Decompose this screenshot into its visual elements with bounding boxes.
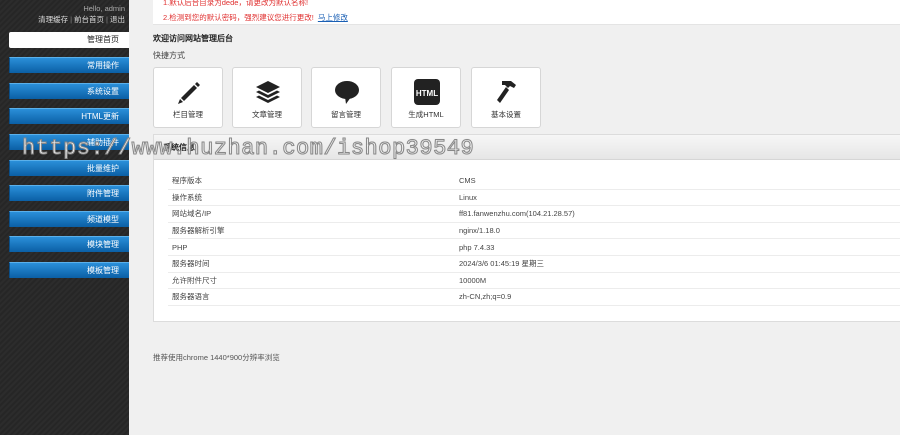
system-info-panel: 系统信息 程序版本 CMS 操作系统 Linux 网站域名/IP ff81.fanwe… [153, 134, 900, 322]
browser-recommendation-note: 推荐使用chrome 1440*900分辨率浏览 [153, 353, 280, 362]
shortcut-article-management[interactable]: 文章管理 [232, 67, 302, 128]
sidebar-item-channel-model[interactable]: 频道模型 [9, 211, 129, 227]
info-value: 2024/3/6 01:45:19 星期三 [455, 255, 900, 273]
table-row: 服务器时间 2024/3/6 01:45:19 星期三 [168, 255, 900, 273]
table-row: PHP php 7.4.33 [168, 238, 900, 256]
sidebar-item-system-settings[interactable]: 系统设置 [9, 83, 129, 99]
shortcut-column-management[interactable]: 栏目管理 [153, 67, 223, 128]
sidebar: Hello, admin 清理缓存 | 前台首页 | 退出 管理首页 常用操作 系统设置… [0, 0, 129, 435]
sidebar-quick-links: 清理缓存 | 前台首页 | 退出 [38, 15, 125, 24]
table-row: 服务器语言 zh-CN,zh;q=0.9 [168, 288, 900, 306]
info-value: ff81.fanwenzhu.com(104.21.28.57) [455, 205, 900, 223]
logout-link[interactable]: 退出 [110, 15, 125, 24]
shortcut-label: 栏目管理 [173, 110, 203, 119]
info-key: 网站域名/IP [168, 205, 455, 223]
page-title: 欢迎访问网站管理后台 [153, 34, 233, 43]
info-key: 操作系统 [168, 189, 455, 207]
shortcut-label: 基本设置 [491, 110, 521, 119]
shortcut-message-management[interactable]: 留言管理 [311, 67, 381, 128]
info-value: zh-CN,zh;q=0.9 [455, 288, 900, 306]
table-row: 操作系统 Linux [168, 189, 900, 207]
table-row: 服务器解析引擎 nginx/1.18.0 [168, 222, 900, 240]
html-badge-icon: HTML [414, 79, 440, 105]
info-value: CMS [455, 173, 900, 190]
table-row: 网站域名/IP ff81.fanwenzhu.com(104.21.28.57) [168, 205, 900, 223]
sidebar-item-modules[interactable]: 模块管理 [9, 236, 129, 252]
alert-line-1: 1.默认后台目录为dede，请更改为默认名称! [163, 0, 309, 7]
info-value: php 7.4.33 [455, 238, 900, 256]
sidebar-item-home[interactable]: 管理首页 [9, 32, 129, 48]
info-key: 服务器时间 [168, 255, 455, 273]
speech-bubble-icon [335, 81, 359, 104]
system-info-header [154, 135, 900, 160]
shortcut-generate-html[interactable]: HTML 生成HTML [391, 67, 461, 128]
layers-icon [256, 81, 280, 103]
shortcut-basic-settings[interactable]: 基本设置 [471, 67, 541, 128]
shortcut-label: 生成HTML [408, 110, 444, 119]
front-page-link[interactable]: 前台首页 [74, 15, 104, 24]
greeting-text: Hello, admin [83, 4, 125, 13]
info-key: 程序版本 [168, 173, 455, 190]
system-info-table: 程序版本 CMS 操作系统 Linux 网站域名/IP ff81.fanwenzhu.… [168, 173, 900, 306]
change-password-link[interactable]: 马上修改 [318, 13, 348, 22]
html-badge-text: HTML [416, 89, 438, 98]
info-key: 允许附件尺寸 [168, 272, 455, 290]
sidebar-item-html-update[interactable]: HTML更新 [9, 108, 129, 124]
table-row: 允许附件尺寸 10000M [168, 272, 900, 290]
system-info-title: 系统信息 [163, 143, 195, 152]
info-key: 服务器解析引擎 [168, 222, 455, 240]
info-value: 10000M [455, 272, 900, 290]
sidebar-item-plugins[interactable]: 辅助插件 [9, 134, 129, 150]
alert-line-2: 2.检测到您的默认密码，强烈建议您进行更改! 马上修改 [163, 12, 348, 23]
sidebar-item-templates[interactable]: 模板管理 [9, 262, 129, 278]
clear-cache-link[interactable]: 清理缓存 [38, 15, 68, 24]
shortcut-label: 文章管理 [252, 110, 282, 119]
shortcut-label: 留言管理 [331, 110, 361, 119]
table-row: 程序版本 CMS [168, 173, 900, 190]
sidebar-item-common-ops[interactable]: 常用操作 [9, 57, 129, 73]
hammer-icon [497, 81, 516, 103]
alert-line-2-text: 2.检测到您的默认密码，强烈建议您进行更改! [163, 13, 314, 22]
main-content: 1.默认后台目录为dede，请更改为默认名称! 2.检测到您的默认密码，强烈建议… [129, 0, 900, 435]
shortcut-section-title: 快捷方式 [153, 51, 185, 60]
info-key: PHP [168, 238, 455, 256]
sidebar-item-attachments[interactable]: 附件管理 [9, 185, 129, 201]
sidebar-item-batch-maintenance[interactable]: 批量维护 [9, 160, 129, 176]
info-value: nginx/1.18.0 [455, 222, 900, 240]
pencil-icon [178, 82, 200, 104]
alert-box: 1.默认后台目录为dede，请更改为默认名称! 2.检测到您的默认密码，强烈建议… [153, 0, 900, 25]
info-key: 服务器语言 [168, 288, 455, 306]
info-value: Linux [455, 189, 900, 207]
